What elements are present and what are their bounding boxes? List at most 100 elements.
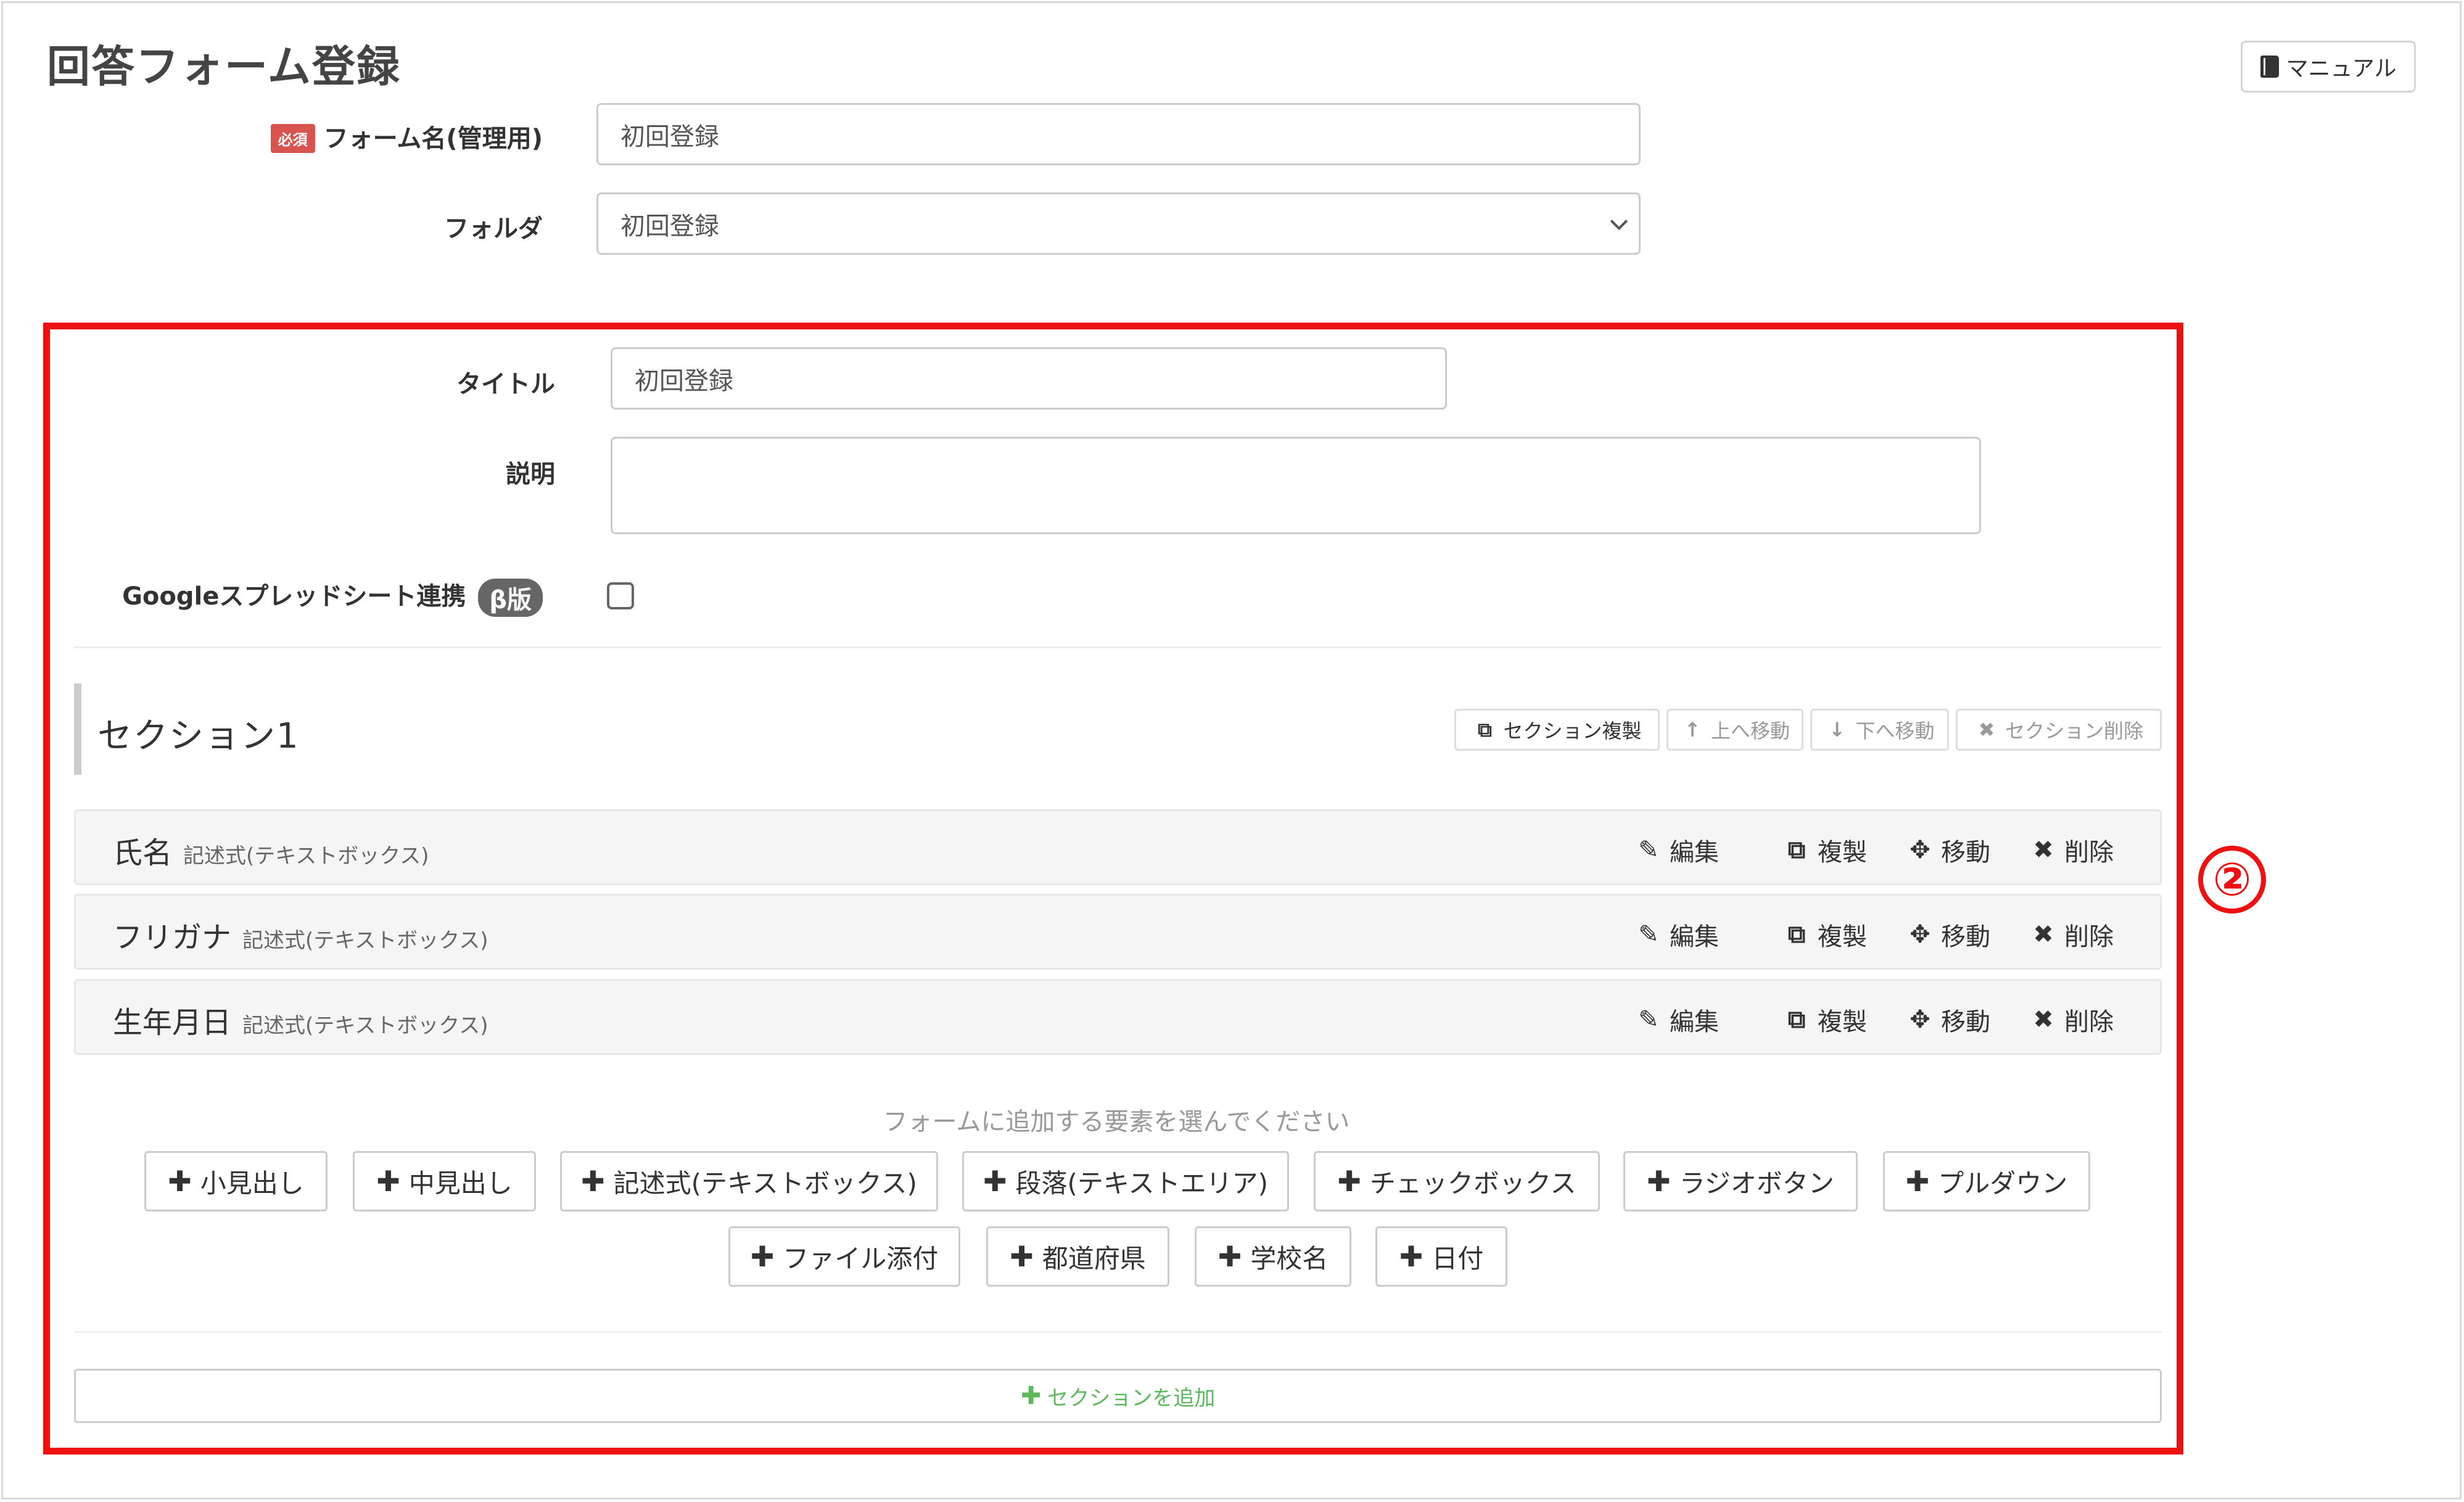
add-checkbox-button[interactable]: ✚ チェックボックス <box>1314 1151 1600 1211</box>
add-school-button[interactable]: ✚ 学校名 <box>1195 1226 1351 1287</box>
field-duplicate-button[interactable]: ⧉ 複製 <box>1784 1002 1867 1038</box>
add-small-heading-button[interactable]: ✚ 小見出し <box>144 1151 328 1211</box>
field-move-button[interactable]: ✥ 移動 <box>1908 832 1990 868</box>
add-file-button[interactable]: ✚ ファイル添付 <box>728 1226 960 1287</box>
add-button-label: 学校名 <box>1250 1243 1329 1274</box>
field-edit-label: 編集 <box>1670 838 1719 867</box>
add-medium-heading-button[interactable]: ✚ 中見出し <box>353 1151 536 1211</box>
title-input[interactable]: 初回登録 <box>611 347 1447 410</box>
description-textarea[interactable] <box>611 437 1981 534</box>
field-edit-button[interactable]: ✎ 編集 <box>1636 832 1719 868</box>
add-button-label: ラジオボタン <box>1679 1168 1834 1199</box>
field-row[interactable]: フリガナ 記述式(テキストボックス) ✎ 編集 ⧉ 複製 ✥ 移動 ✖ 削除 <box>74 894 2162 970</box>
field-move-button[interactable]: ✥ 移動 <box>1908 1002 1990 1038</box>
add-button-label: 日付 <box>1432 1243 1484 1274</box>
sheets-checkbox[interactable] <box>607 582 634 609</box>
section-delete-label: セクション削除 <box>2005 719 2143 743</box>
section-move-up-label: 上へ移動 <box>1710 719 1790 743</box>
close-icon: ✖ <box>2033 1005 2054 1034</box>
field-row[interactable]: 氏名 記述式(テキストボックス) ✎ 編集 ⧉ 複製 ✥ 移動 ✖ 削除 <box>74 809 2162 885</box>
pencil-icon: ✎ <box>1638 1005 1659 1034</box>
section-accent-bar <box>74 683 81 775</box>
move-icon: ✥ <box>1910 836 1930 864</box>
field-delete-label: 削除 <box>2064 923 2114 951</box>
field-row[interactable]: 生年月日 記述式(テキストボックス) ✎ 編集 ⧉ 複製 ✥ 移動 ✖ 削除 <box>74 979 2162 1055</box>
pencil-icon: ✎ <box>1638 920 1659 949</box>
sheets-label: Googleスプレッドシート連携 β版 <box>62 576 543 617</box>
section-move-up-button[interactable]: ↑ 上へ移動 <box>1667 709 1803 751</box>
field-delete-button[interactable]: ✖ 削除 <box>2031 832 2114 868</box>
add-button-label: 小見出し <box>200 1168 304 1199</box>
folder-select[interactable]: 初回登録 <box>596 192 1641 255</box>
plus-icon: ✚ <box>1010 1240 1034 1273</box>
field-duplicate-button[interactable]: ⧉ 複製 <box>1784 917 1867 952</box>
add-dropdown-button[interactable]: ✚ プルダウン <box>1883 1151 2090 1211</box>
close-icon: ✖ <box>2033 836 2054 864</box>
form-name-label: 必須 フォーム名(管理用) <box>185 118 543 155</box>
field-name-text: 生年月日 <box>113 1005 232 1040</box>
section-delete-button[interactable]: ✖ セクション削除 <box>1956 709 2162 751</box>
add-button-label: 段落(テキストエリア) <box>1015 1168 1269 1199</box>
sheets-label-text: Googleスプレッドシート連携 <box>122 582 466 611</box>
add-section-button[interactable]: ✚ セクションを追加 <box>74 1369 2162 1423</box>
field-duplicate-label: 複製 <box>1818 923 1867 951</box>
required-badge: 必須 <box>270 123 315 153</box>
plus-icon: ✚ <box>1020 1382 1042 1410</box>
plus-icon: ✚ <box>168 1165 192 1198</box>
plus-icon: ✚ <box>750 1240 775 1273</box>
add-button-label: 都道府県 <box>1042 1243 1146 1274</box>
field-move-label: 移動 <box>1941 923 1990 951</box>
add-date-button[interactable]: ✚ 日付 <box>1375 1226 1507 1287</box>
page-title: 回答フォーム登録 <box>47 41 401 92</box>
add-button-label: チェックボックス <box>1369 1168 1576 1199</box>
manual-button[interactable]: マニュアル <box>2241 41 2416 93</box>
field-duplicate-button[interactable]: ⧉ 複製 <box>1784 832 1867 868</box>
arrow-down-icon: ↓ <box>1829 718 1845 741</box>
add-radio-button[interactable]: ✚ ラジオボタン <box>1623 1151 1858 1211</box>
field-type: 記述式(テキストボックス) <box>242 928 488 953</box>
plus-icon: ✚ <box>983 1165 1007 1198</box>
move-icon: ✥ <box>1910 1005 1930 1034</box>
section-title: セクション1 <box>97 716 300 756</box>
divider <box>74 646 2162 648</box>
section-duplicate-label: セクション複製 <box>1503 719 1642 743</box>
form-name-value: 初回登録 <box>620 122 719 151</box>
copy-icon: ⧉ <box>1787 836 1806 864</box>
field-type: 記述式(テキストボックス) <box>242 1013 488 1038</box>
section-duplicate-button[interactable]: ⧉ セクション複製 <box>1454 709 1660 751</box>
plus-icon: ✚ <box>581 1165 605 1198</box>
add-textbox-button[interactable]: ✚ 記述式(テキストボックス) <box>560 1151 938 1211</box>
move-icon: ✥ <box>1910 920 1930 949</box>
close-icon: ✖ <box>2033 920 2054 949</box>
plus-icon: ✚ <box>376 1165 400 1198</box>
section-move-down-button[interactable]: ↓ 下へ移動 <box>1810 709 1949 751</box>
field-duplicate-label: 複製 <box>1818 1008 1867 1036</box>
copy-icon: ⧉ <box>1787 1005 1806 1034</box>
field-delete-label: 削除 <box>2064 838 2114 867</box>
field-move-label: 移動 <box>1941 1008 1990 1036</box>
field-duplicate-label: 複製 <box>1818 838 1867 867</box>
field-move-button[interactable]: ✥ 移動 <box>1908 917 1990 952</box>
field-name: 氏名 記述式(テキストボックス) <box>113 828 429 872</box>
field-name: 生年月日 記述式(テキストボックス) <box>113 998 488 1041</box>
folder-label: フォルダ <box>444 215 543 243</box>
add-button-label: 中見出し <box>408 1168 513 1199</box>
field-edit-button[interactable]: ✎ 編集 <box>1636 1002 1719 1038</box>
title-value: 初回登録 <box>635 366 733 395</box>
add-textarea-button[interactable]: ✚ 段落(テキストエリア) <box>962 1151 1289 1211</box>
add-element-hint: フォームに追加する要素を選んでください <box>883 1108 1350 1136</box>
beta-badge: β版 <box>478 579 543 617</box>
field-delete-button[interactable]: ✖ 削除 <box>2031 1002 2114 1038</box>
field-edit-label: 編集 <box>1670 1008 1719 1036</box>
form-name-input[interactable]: 初回登録 <box>596 103 1641 165</box>
pencil-icon: ✎ <box>1638 836 1659 864</box>
add-button-label: ファイル添付 <box>783 1243 939 1274</box>
field-delete-label: 削除 <box>2064 1008 2114 1036</box>
field-delete-button[interactable]: ✖ 削除 <box>2031 917 2114 952</box>
field-edit-button[interactable]: ✎ 編集 <box>1636 917 1719 952</box>
divider <box>74 1331 2162 1333</box>
title-label: タイトル <box>456 370 555 398</box>
chevron-down-icon <box>1610 212 1628 230</box>
add-prefecture-button[interactable]: ✚ 都道府県 <box>986 1226 1169 1287</box>
field-name-text: フリガナ <box>113 920 232 955</box>
